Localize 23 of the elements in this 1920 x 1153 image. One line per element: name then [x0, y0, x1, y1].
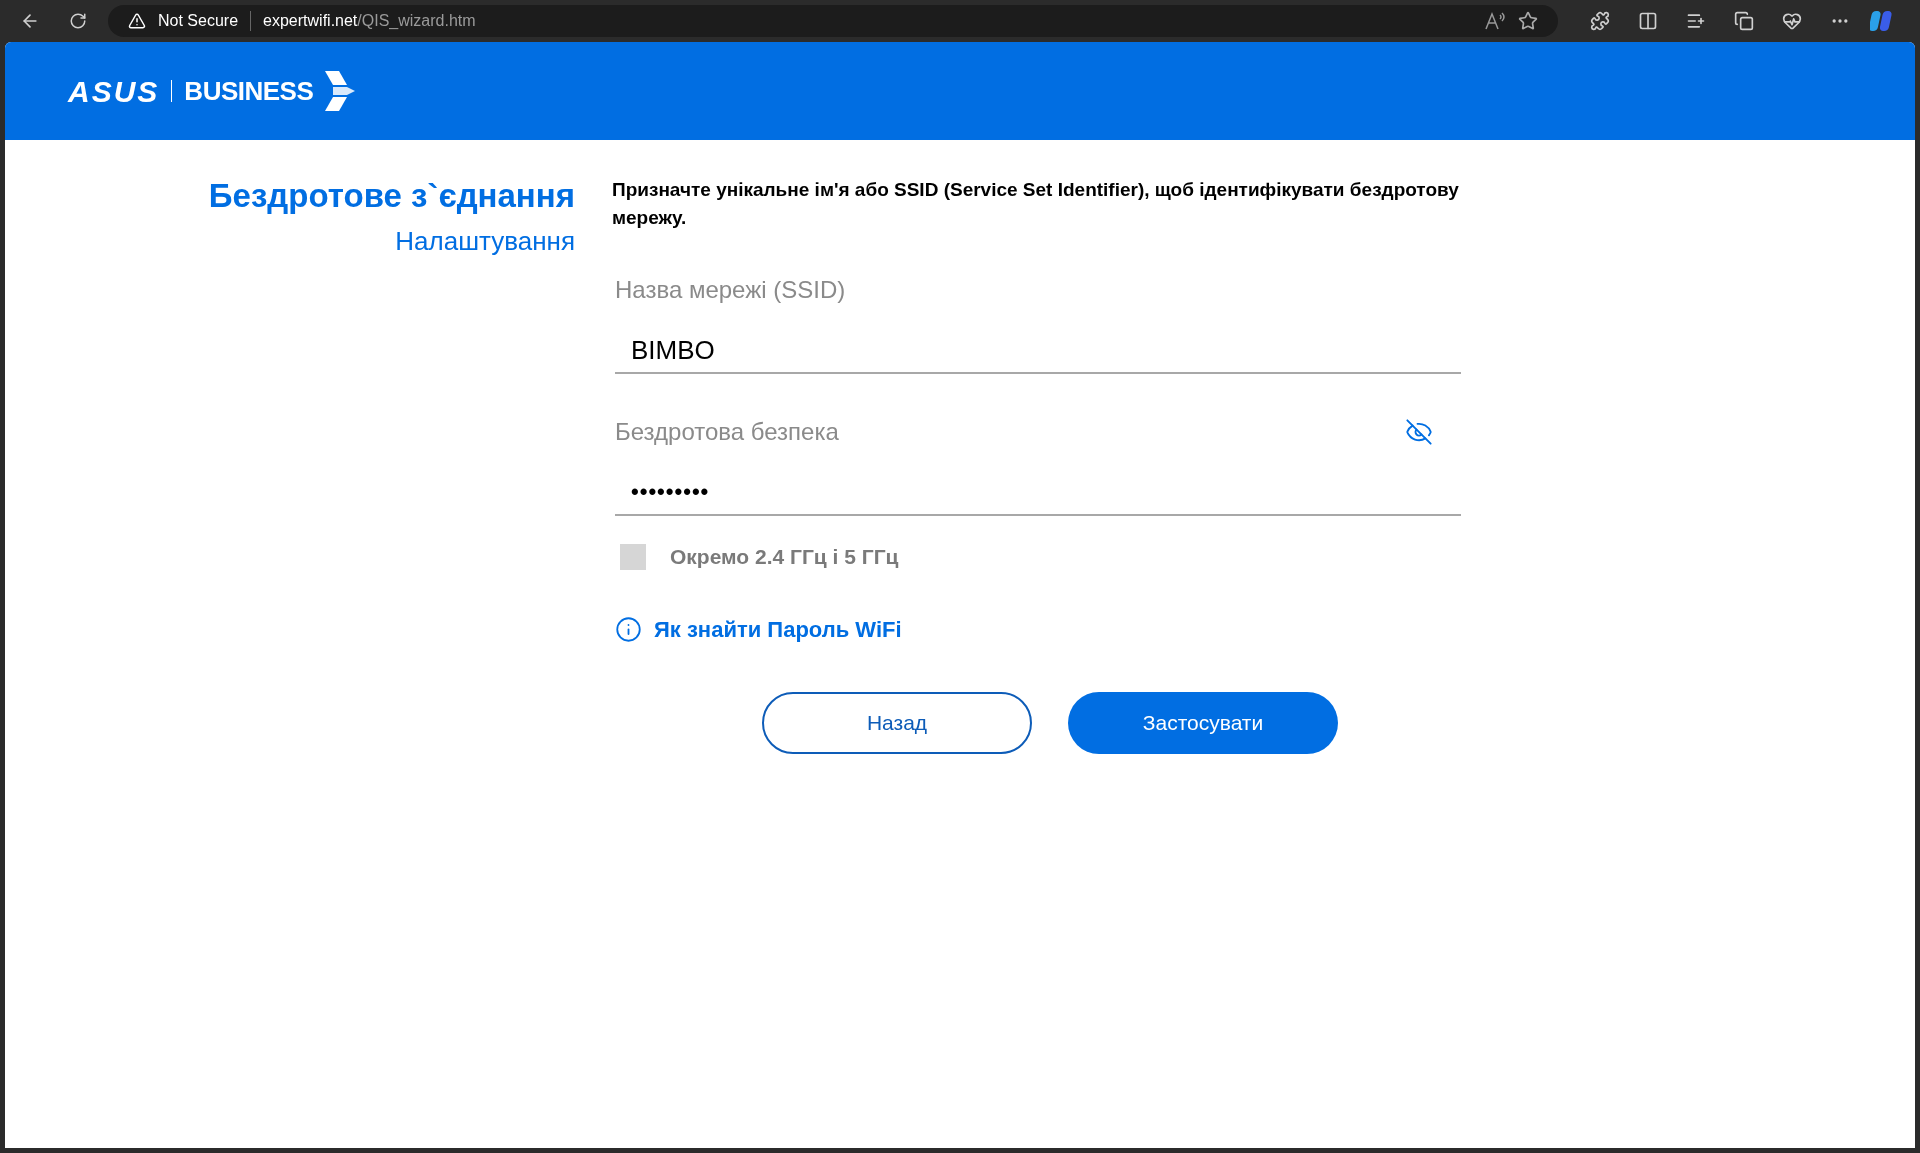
input-field[interactable]: •••••••••	[615, 470, 1461, 516]
favorite-star-icon	[1518, 11, 1538, 31]
description-text: Призначте унікальне ім'я або SSID (Service Set Identifier), щоб ідентифікувати бездротову мережу.	[612, 178, 1460, 230]
page-subtitle: Налаштування	[395, 225, 575, 258]
read-aloud-icon	[1484, 11, 1506, 31]
field-label: Назва мережі (SSID)	[615, 275, 846, 305]
brand-logo: ASUS	[68, 73, 160, 110]
back-button[interactable]: Назад	[762, 691, 1032, 754]
chevron-logo-icon	[325, 71, 356, 111]
url-text: expertwifi.net/QIS_wizard.htm	[263, 11, 476, 31]
address-bar[interactable]: Not Secure expertwifi.net/QIS_wizard.htm	[108, 5, 1558, 37]
apply-button[interactable]: Застосувати	[1068, 691, 1338, 754]
security-label: Not Secure	[158, 11, 239, 31]
warning-icon	[128, 12, 146, 30]
help-link[interactable]: Як знайти Пароль WiFi	[654, 612, 902, 646]
field-label: Бездротова безпека	[615, 417, 839, 447]
input-field[interactable]: BIMBO	[615, 328, 1461, 374]
checkbox-label: Окремо 2.4 ГГц і 5 ГГц	[670, 544, 899, 570]
page-title: Бездротове з`єднання	[208, 176, 575, 216]
checkbox[interactable]	[620, 543, 646, 570]
division-label: BUSINESS	[184, 74, 314, 108]
hide-password-icon[interactable]	[1405, 418, 1433, 446]
info-icon	[615, 615, 642, 643]
